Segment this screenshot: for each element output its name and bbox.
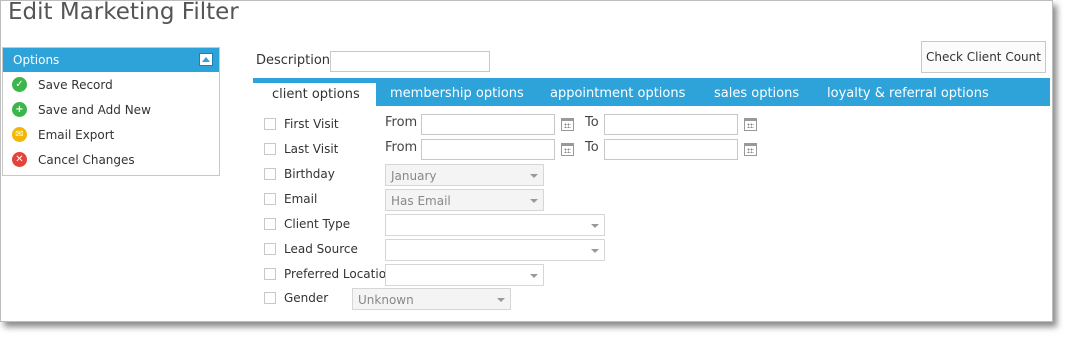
tab-appointment-options[interactable]: appointment options xyxy=(550,78,685,106)
collapse-button[interactable] xyxy=(199,53,213,66)
first-visit-to-label: To xyxy=(585,115,599,130)
options-header-label: Options xyxy=(13,53,60,67)
first-visit-from-label: From xyxy=(385,115,418,130)
birthday-checkbox[interactable] xyxy=(264,168,276,180)
gender-select[interactable]: Unknown xyxy=(352,288,511,310)
tab-client-options[interactable]: client options xyxy=(253,83,376,106)
tab-sales-options[interactable]: sales options xyxy=(714,78,799,106)
save-record-button[interactable]: ✓ Save Record xyxy=(3,72,219,97)
email-checkbox[interactable] xyxy=(264,193,276,205)
lead-source-select[interactable] xyxy=(385,239,605,261)
client-type-select[interactable] xyxy=(385,214,605,236)
tab-bar: client options membership options appoin… xyxy=(253,78,1050,106)
birthday-row: Birthday January xyxy=(264,164,554,186)
preferred-location-label: Preferred Location xyxy=(284,267,394,281)
collapse-arrow-icon xyxy=(202,57,210,62)
email-row: Email Has Email xyxy=(264,189,554,211)
description-input[interactable] xyxy=(330,51,490,72)
cancel-icon: ✕ xyxy=(12,152,27,167)
first-visit-from-input[interactable] xyxy=(421,114,555,135)
lead-source-row: Lead Source xyxy=(264,239,614,261)
calendar-icon[interactable] xyxy=(744,118,757,131)
email-select[interactable]: Has Email xyxy=(385,189,544,211)
first-visit-to-input[interactable] xyxy=(604,114,738,135)
lead-source-checkbox[interactable] xyxy=(264,243,276,255)
calendar-icon[interactable] xyxy=(744,143,757,156)
edit-marketing-filter-window: Edit Marketing Filter Options ✓ Save Rec… xyxy=(0,0,1053,322)
last-visit-from-input[interactable] xyxy=(421,139,555,160)
email-label: Email xyxy=(284,192,318,206)
last-visit-to-label: To xyxy=(585,140,599,155)
client-type-row: Client Type xyxy=(264,214,614,236)
chevron-down-icon xyxy=(591,224,599,228)
birthday-select[interactable]: January xyxy=(385,164,544,186)
preferred-location-checkbox[interactable] xyxy=(264,268,276,280)
lead-source-label: Lead Source xyxy=(284,242,358,256)
plus-icon: + xyxy=(12,102,27,117)
description-label: Description xyxy=(256,53,331,68)
last-visit-to-input[interactable] xyxy=(604,139,738,160)
first-visit-label: First Visit xyxy=(284,117,339,131)
gender-select-value: Unknown xyxy=(358,293,414,307)
client-type-checkbox[interactable] xyxy=(264,218,276,230)
save-record-label: Save Record xyxy=(38,77,113,92)
options-header: Options xyxy=(3,48,219,72)
check-client-count-button[interactable]: Check Client Count xyxy=(921,41,1046,73)
preferred-location-select[interactable] xyxy=(385,264,544,286)
chevron-down-icon xyxy=(530,274,538,278)
first-visit-row: First Visit From To xyxy=(264,114,764,136)
client-type-label: Client Type xyxy=(284,217,351,231)
cancel-changes-label: Cancel Changes xyxy=(38,152,135,167)
gender-checkbox[interactable] xyxy=(264,292,276,304)
chevron-down-icon xyxy=(530,174,538,178)
check-icon: ✓ xyxy=(12,77,27,92)
email-icon: ✉ xyxy=(12,127,27,142)
gender-row: Gender Unknown xyxy=(264,288,514,310)
chevron-down-icon xyxy=(497,298,505,302)
last-visit-row: Last Visit From To xyxy=(264,139,764,161)
options-panel: Options ✓ Save Record + Save and Add New… xyxy=(2,47,220,176)
cancel-changes-button[interactable]: ✕ Cancel Changes xyxy=(3,147,219,172)
email-export-button[interactable]: ✉ Email Export xyxy=(3,122,219,147)
save-and-add-new-label: Save and Add New xyxy=(38,102,151,117)
preferred-location-row: Preferred Location xyxy=(264,264,554,286)
page-title: Edit Marketing Filter xyxy=(8,0,239,25)
first-visit-checkbox[interactable] xyxy=(264,118,276,130)
birthday-select-value: January xyxy=(391,169,437,183)
save-and-add-new-button[interactable]: + Save and Add New xyxy=(3,97,219,122)
tab-loyalty-referral-options[interactable]: loyalty & referral options xyxy=(827,78,989,106)
birthday-label: Birthday xyxy=(284,167,335,181)
last-visit-label: Last Visit xyxy=(284,142,339,156)
calendar-icon[interactable] xyxy=(561,118,574,131)
chevron-down-icon xyxy=(530,199,538,203)
last-visit-checkbox[interactable] xyxy=(264,143,276,155)
email-export-label: Email Export xyxy=(38,127,115,142)
calendar-icon[interactable] xyxy=(561,143,574,156)
email-select-value: Has Email xyxy=(391,194,451,208)
last-visit-from-label: From xyxy=(385,140,418,155)
chevron-down-icon xyxy=(591,249,599,253)
gender-label: Gender xyxy=(284,291,329,305)
tab-membership-options[interactable]: membership options xyxy=(390,78,524,106)
